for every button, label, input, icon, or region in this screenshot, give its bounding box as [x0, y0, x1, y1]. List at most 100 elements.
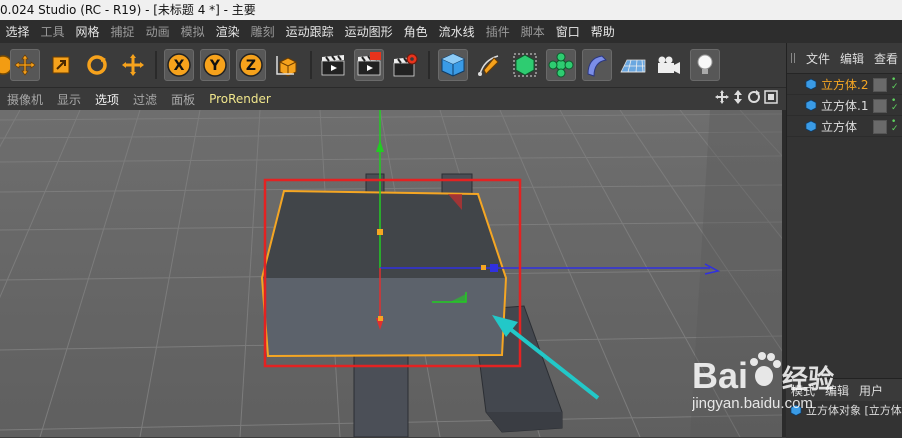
- zoom-view-icon[interactable]: [732, 90, 744, 104]
- rotate-tool-button[interactable]: [82, 49, 112, 81]
- object-row[interactable]: 立方体.2 • ✓: [787, 74, 902, 95]
- gizmo-x-handle-selected: [378, 316, 383, 321]
- world-coordinates-icon: [276, 56, 297, 77]
- object-name: 立方体.2: [821, 77, 869, 92]
- subdivision-surface-button[interactable]: [510, 49, 540, 81]
- transform-icon: [122, 54, 144, 76]
- floor-object-button[interactable]: [618, 49, 648, 81]
- scale-tool-button[interactable]: [46, 49, 76, 81]
- cube-object-button[interactable]: [438, 49, 468, 81]
- menu-item[interactable]: 模拟: [175, 23, 210, 40]
- bend-icon: [587, 55, 608, 77]
- visibility-dots-icon[interactable]: • ✓: [891, 97, 899, 113]
- object-tag-icon[interactable]: [873, 99, 887, 113]
- viewport-menu-item[interactable]: ProRender: [202, 92, 278, 106]
- menu-item[interactable]: 流水线: [433, 23, 480, 40]
- z-axis-lock-button[interactable]: Z: [236, 49, 266, 81]
- cube-top-face: [262, 191, 506, 278]
- coordinate-system-button[interactable]: [272, 49, 302, 81]
- render-to-picture-viewer-button[interactable]: [354, 49, 384, 81]
- menu-item[interactable]: 运动跟踪: [280, 23, 339, 40]
- perspective-viewport[interactable]: [0, 110, 782, 437]
- visibility-dots-icon[interactable]: • ✓: [891, 76, 899, 92]
- cube-front-face: [262, 278, 506, 356]
- menu-item[interactable]: 捕捉: [105, 23, 140, 40]
- rotate-view-icon[interactable]: [747, 90, 761, 104]
- cube-icon: [805, 120, 817, 132]
- transform-tool-button[interactable]: [118, 49, 148, 81]
- baidu-jingyan-watermark: Bai 经验 jingyan.baidu.com: [691, 336, 892, 416]
- menu-item[interactable]: 角色: [398, 23, 433, 40]
- gizmo-z-handle-selected: [481, 265, 486, 270]
- floor-grid-icon: [620, 59, 646, 73]
- window-title: 0.024 Studio (RC - R19) - [未标题 4 *] - 主要: [0, 3, 256, 17]
- menu-item[interactable]: 渲染: [210, 23, 245, 40]
- gizmo-center-handle: [377, 229, 383, 235]
- y-axis-icon: Y: [203, 53, 227, 77]
- menu-item[interactable]: 帮助: [585, 23, 620, 40]
- selected-cube-object[interactable]: [260, 189, 508, 358]
- move-icon: [14, 54, 36, 76]
- menu-item[interactable]: 网格: [70, 23, 105, 40]
- cube-icon: [805, 99, 817, 111]
- bend-deformer-button[interactable]: [582, 49, 612, 81]
- object-name: 立方体: [821, 119, 858, 134]
- svg-text:X: X: [174, 58, 185, 74]
- clapboard-render-icon: [357, 52, 381, 76]
- object-row[interactable]: 立方体.1 • ✓: [787, 95, 902, 116]
- x-axis-lock-button[interactable]: X: [164, 49, 194, 81]
- y-axis-lock-button[interactable]: Y: [200, 49, 230, 81]
- visibility-dots-icon[interactable]: • ✓: [891, 118, 899, 134]
- viewport-navigation: [715, 90, 778, 104]
- viewport-menu-item[interactable]: 过滤: [126, 91, 164, 108]
- menu-item[interactable]: 动画: [140, 23, 175, 40]
- render-settings-button[interactable]: [390, 49, 420, 81]
- toolbar-separator: [428, 51, 430, 79]
- object-row[interactable]: 立方体 • ✓: [787, 116, 902, 137]
- svg-text:Bai: Bai: [692, 355, 748, 396]
- cube-icon: [805, 78, 817, 90]
- camera-icon: [658, 56, 680, 74]
- pen-spline-button[interactable]: [474, 49, 504, 81]
- object-tag-icon[interactable]: [873, 120, 887, 134]
- menu-item[interactable]: 脚本: [515, 23, 550, 40]
- clapboard-settings-icon: [393, 53, 418, 77]
- viewport-menu-item[interactable]: 选项: [88, 91, 126, 108]
- panel-grip-icon[interactable]: [791, 53, 797, 63]
- main-toolbar: X Y Z: [0, 43, 786, 88]
- object-name: 立方体.1: [821, 98, 869, 113]
- object-list: 立方体.2 • ✓ 立方体.1 • ✓ 立方体 • ✓: [787, 74, 902, 137]
- z-axis-icon: Z: [239, 53, 263, 77]
- menu-item[interactable]: 窗口: [550, 23, 585, 40]
- cloner-button[interactable]: [546, 49, 576, 81]
- clapboard-icon: [321, 55, 345, 76]
- object-manager-tab-edit[interactable]: 编辑: [835, 50, 869, 67]
- render-view-button[interactable]: [318, 49, 348, 81]
- menu-item[interactable]: 雕刻: [245, 23, 280, 40]
- rotate-icon: [87, 55, 107, 75]
- svg-text:Y: Y: [209, 58, 221, 74]
- menu-item[interactable]: 插件: [480, 23, 515, 40]
- viewport-menu-item[interactable]: 显示: [50, 91, 88, 108]
- light-bulb-icon: [697, 54, 713, 74]
- move-tool-button[interactable]: [10, 49, 40, 81]
- pen-icon: [478, 55, 499, 76]
- viewport-menu-item[interactable]: 面板: [164, 91, 202, 108]
- viewport-scene: [0, 110, 782, 437]
- scale-icon: [52, 56, 70, 74]
- maximize-view-icon[interactable]: [764, 90, 778, 104]
- light-object-button[interactable]: [690, 49, 720, 81]
- subdivision-icon: [513, 53, 537, 77]
- svg-text:jingyan.baidu.com: jingyan.baidu.com: [692, 395, 813, 412]
- cloner-icon: [548, 52, 574, 78]
- menu-item[interactable]: 选择: [0, 23, 35, 40]
- camera-object-button[interactable]: [654, 49, 684, 81]
- pan-view-icon[interactable]: [715, 90, 729, 104]
- baidu-watermark-logo: Bai 经验 jingyan.baidu.com: [691, 352, 834, 412]
- viewport-menu-item[interactable]: 摄像机: [0, 91, 50, 108]
- object-manager-tab-file[interactable]: 文件: [801, 50, 835, 67]
- object-manager-tab-view[interactable]: 查看: [869, 50, 902, 67]
- menu-item[interactable]: 工具: [35, 23, 70, 40]
- menu-item[interactable]: 运动图形: [339, 23, 398, 40]
- object-tag-icon[interactable]: [873, 78, 887, 92]
